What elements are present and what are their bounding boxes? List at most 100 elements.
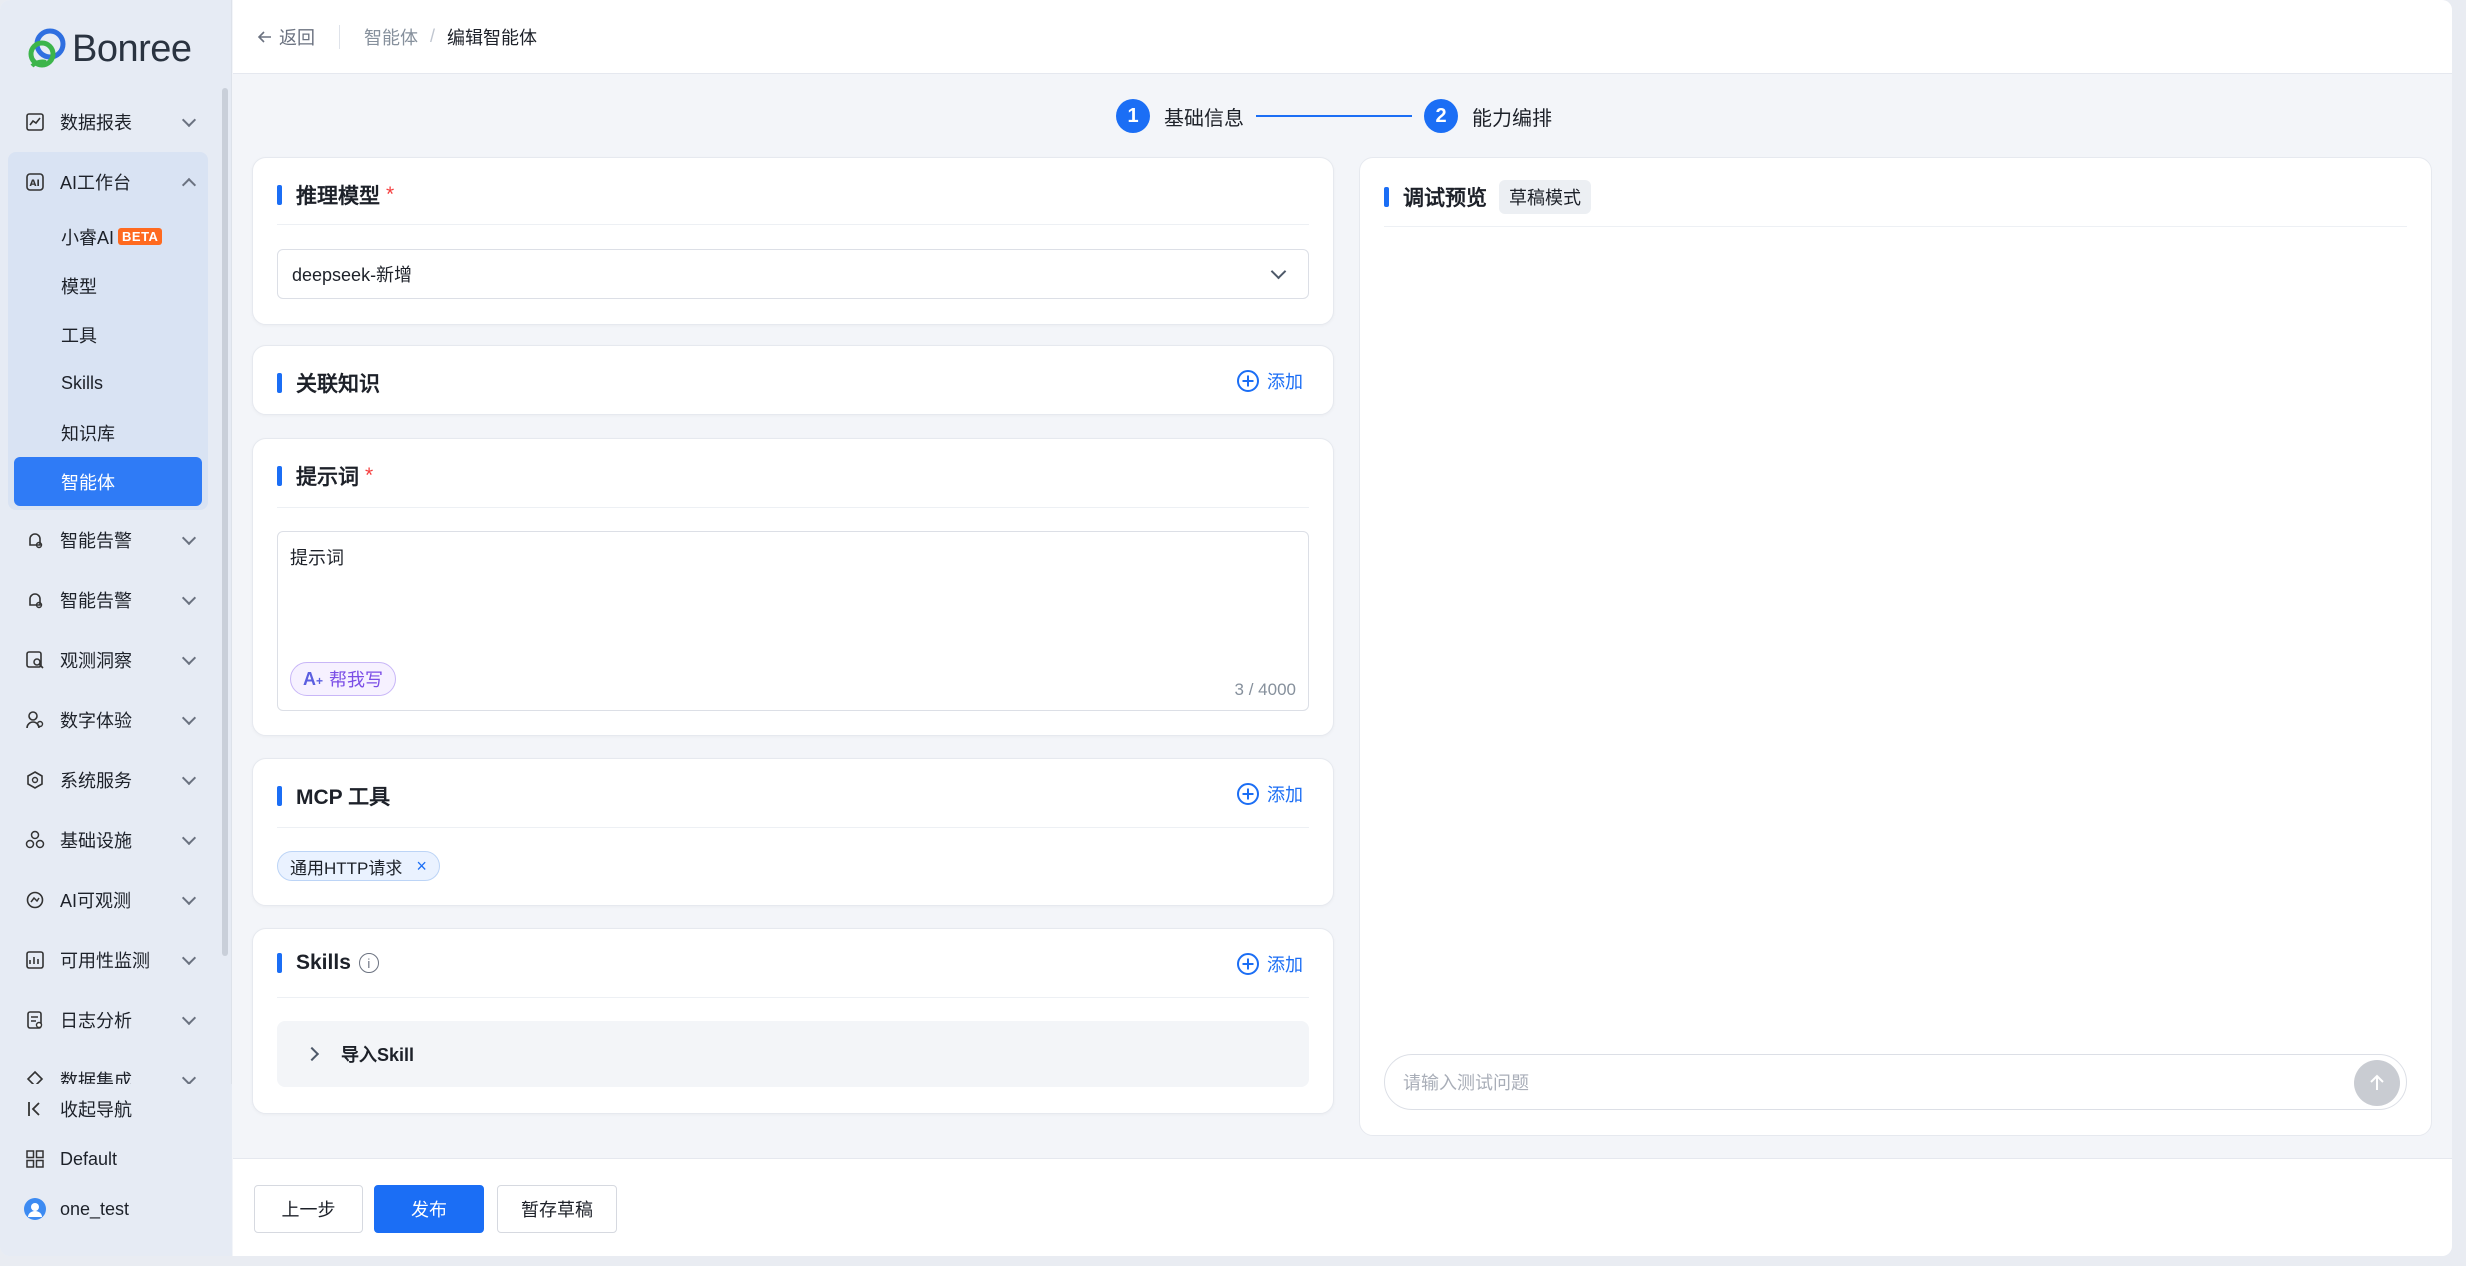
collapse-nav-label: 收起导航: [60, 1100, 132, 1120]
prompt-text: 提示词: [290, 548, 344, 568]
sidebar-scrollbar[interactable]: [222, 88, 228, 956]
prompt-textarea[interactable]: 提示词 A+ 帮我写 3 / 4000: [277, 531, 1309, 711]
workspace-switcher[interactable]: Default: [0, 1134, 232, 1184]
sidebar-subitem-skills[interactable]: Skills: [8, 359, 208, 408]
chevron-down-icon: [181, 830, 197, 846]
search-doc-icon: [24, 649, 46, 671]
logo[interactable]: Bonree: [26, 26, 192, 72]
alert-bell-icon: [24, 529, 46, 551]
sidebar-item-smart-alert-2[interactable]: 智能告警: [8, 570, 208, 630]
add-label: 添加: [1267, 785, 1303, 805]
beta-badge: BETA: [118, 228, 163, 245]
sidebar-item-label: AI可观测: [60, 891, 132, 911]
sidebar-subitem-knowledge[interactable]: 知识库: [8, 408, 208, 457]
user-experience-icon: [24, 709, 46, 731]
step-connector: [1256, 115, 1412, 117]
sidebar-item-smart-alert[interactable]: 智能告警: [8, 510, 208, 570]
sidebar-item-label: 基础设施: [60, 831, 132, 851]
sidebar-bottom: 收起导航 Default one_test: [0, 1084, 232, 1256]
plus-circle-icon: [1237, 783, 1259, 805]
footer-bar: 上一步 发布 暂存草稿: [233, 1158, 2452, 1256]
sidebar-item-observe-insight[interactable]: 观测洞察: [8, 630, 208, 690]
breadcrumb-agent[interactable]: 智能体: [364, 24, 418, 50]
publish-button[interactable]: 发布: [374, 1185, 484, 1233]
preview-title: 调试预览 草稿模式: [1384, 180, 1591, 214]
sidebar-subitem-tools[interactable]: 工具: [8, 310, 208, 359]
arrow-up-icon: [2366, 1072, 2388, 1094]
add-label: 添加: [1267, 372, 1303, 392]
skills-title-text: Skills: [296, 951, 351, 974]
send-button[interactable]: [2354, 1060, 2400, 1106]
ai-help-write-button[interactable]: A+ 帮我写: [290, 662, 397, 696]
chevron-down-icon: [1270, 263, 1287, 280]
chevron-down-icon: [181, 770, 197, 786]
sidebar-item-label: 数字体验: [60, 711, 132, 731]
card-divider: [277, 827, 1309, 828]
card-divider: [277, 997, 1309, 998]
ai-observe-icon: [24, 889, 46, 911]
availability-icon: [24, 949, 46, 971]
sidebar-item-digital-experience[interactable]: 数字体验: [8, 690, 208, 750]
bonree-logo-icon: [26, 26, 70, 72]
sidebar-item-ai-workbench[interactable]: AI AI工作台: [8, 152, 208, 212]
tag-label: 通用HTTP请求: [290, 858, 403, 878]
chevron-down-icon: [181, 890, 197, 906]
user-menu[interactable]: one_test: [0, 1184, 232, 1234]
add-skill-button[interactable]: 添加: [1237, 951, 1303, 977]
save-draft-button[interactable]: 暂存草稿: [497, 1185, 617, 1233]
breadcrumb-current: 编辑智能体: [447, 27, 538, 48]
sidebar-item-ai-observe[interactable]: AI可观测: [8, 870, 208, 930]
model-select[interactable]: deepseek-新增: [277, 249, 1309, 299]
sidebar-item-infrastructure[interactable]: 基础设施: [8, 810, 208, 870]
prev-step-button[interactable]: 上一步: [254, 1185, 363, 1233]
add-mcp-button[interactable]: 添加: [1237, 781, 1303, 807]
avatar: [24, 1198, 46, 1220]
chevron-down-icon: [181, 530, 197, 546]
collapse-nav-button[interactable]: 收起导航: [0, 1084, 232, 1134]
sidebar: Bonree 数据报表 AI AI工作台 小睿AI BETA 模型 工具 Skil…: [0, 0, 232, 1256]
step-1-label[interactable]: 基础信息: [1164, 102, 1244, 131]
chevron-down-icon: [181, 1010, 197, 1026]
mcp-tool-tag: 通用HTTP请求 ×: [277, 851, 440, 881]
sidebar-item-label: 可用性监测: [60, 951, 150, 971]
sidebar-subitem-agent[interactable]: 智能体: [14, 457, 202, 506]
chevron-down-icon: [181, 650, 197, 666]
breadcrumb-separator: /: [430, 26, 436, 46]
sidebar-subitem-xiaorui-ai[interactable]: 小睿AI BETA: [8, 212, 208, 261]
chevron-down-icon: [181, 950, 197, 966]
import-skill-collapse[interactable]: 导入Skill: [277, 1021, 1309, 1087]
step-1-number[interactable]: 1: [1116, 99, 1150, 133]
sidebar-item-data-report[interactable]: 数据报表: [8, 92, 208, 152]
step-2-label[interactable]: 能力编排: [1472, 102, 1552, 131]
sidebar-item-label: 智能告警: [60, 591, 132, 611]
svg-text:AI: AI: [30, 179, 40, 189]
sidebar-item-log-analysis[interactable]: 日志分析: [8, 990, 208, 1050]
model-title-text: 推理模型: [296, 185, 380, 208]
grid-icon: [24, 1148, 46, 1170]
required-mark: *: [386, 183, 395, 206]
import-skill-label: 导入Skill: [341, 1045, 415, 1065]
prompt-title: 提示词 *: [277, 461, 373, 491]
arrow-left-icon: [257, 29, 273, 45]
back-button[interactable]: 返回: [257, 24, 315, 50]
infrastructure-icon: [24, 829, 46, 851]
alert-bell-icon: [24, 589, 46, 611]
sidebar-item-availability[interactable]: 可用性监测: [8, 930, 208, 990]
sidebar-nav: 数据报表 AI AI工作台 小睿AI BETA 模型 工具 Skills 知识库 …: [8, 92, 208, 1110]
step-2-number[interactable]: 2: [1424, 99, 1458, 133]
card-divider: [1384, 226, 2407, 227]
test-question-input[interactable]: 请输入测试问题: [1384, 1054, 2407, 1110]
close-icon[interactable]: ×: [416, 856, 427, 877]
chevron-down-icon: [181, 112, 197, 128]
sidebar-subitem-model[interactable]: 模型: [8, 261, 208, 310]
mcp-title: MCP 工具: [277, 781, 390, 811]
card-divider: [277, 224, 1309, 225]
chevron-up-icon: [181, 177, 197, 193]
sidebar-item-system-service[interactable]: 系统服务: [8, 750, 208, 810]
header-divider: [339, 24, 340, 49]
draft-mode-badge: 草稿模式: [1499, 180, 1591, 214]
card-divider: [277, 507, 1309, 508]
info-icon[interactable]: i: [358, 953, 379, 973]
add-knowledge-button[interactable]: 添加: [1237, 368, 1303, 394]
sidebar-item-label: AI工作台: [60, 173, 132, 193]
